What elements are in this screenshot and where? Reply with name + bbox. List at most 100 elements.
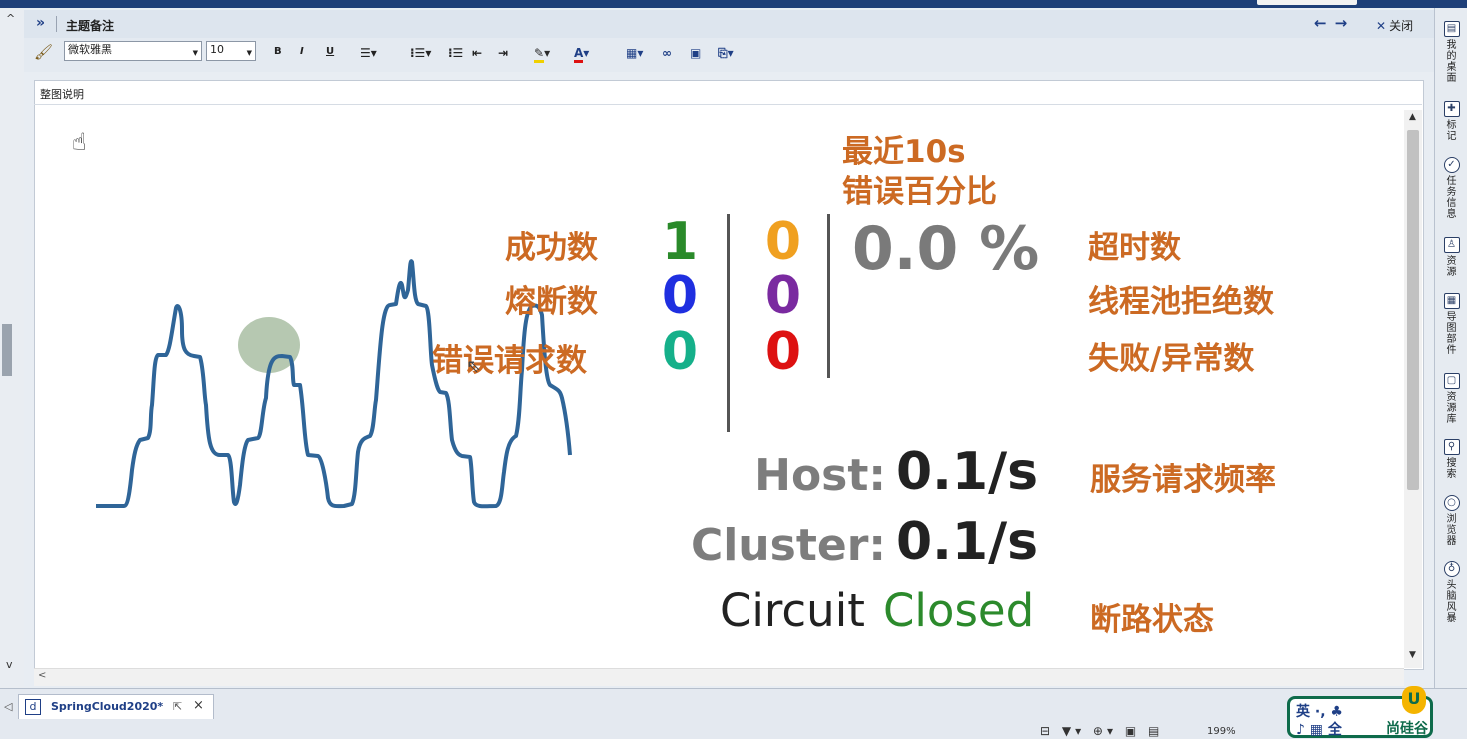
divider (827, 214, 830, 378)
sidebar-item-label: 标记 (1446, 120, 1457, 142)
document-icon: d (25, 699, 41, 715)
mouse-cursor-icon: ⇖ (466, 356, 482, 377)
parts-icon: ▦ (1443, 293, 1460, 309)
font-family-select[interactable]: 微软雅黑 ▼ (64, 41, 202, 61)
scroll-down-icon[interactable]: v (6, 658, 13, 671)
left-scrollbar[interactable]: ^ v (0, 8, 25, 688)
scroll-down-icon[interactable]: ▼ (1409, 650, 1416, 660)
top-search-box[interactable] (1257, 0, 1357, 5)
pin-icon[interactable]: ⇱ (173, 700, 182, 713)
close-button[interactable]: ✕ 关闭 (1376, 17, 1413, 34)
format-toolbar: 🖌 微软雅黑 ▼ 10 ▼ B I U ☰▾ ⁝☰▾ ⁝☰ ⇤ ⇥ ✎▾ A▾ ▦▾… (24, 38, 1434, 72)
browser-icon: ○ (1443, 495, 1460, 511)
indent-icon[interactable]: ⇥ (498, 46, 508, 60)
brand-logo: U (1402, 686, 1426, 714)
align-icon[interactable]: ☰▾ (360, 46, 377, 60)
chevron-down-icon: ▼ (246, 49, 252, 57)
close-tab-icon[interactable]: × (193, 698, 204, 713)
font-size-select[interactable]: 10 ▼ (206, 41, 256, 61)
scroll-up-icon[interactable]: ^ (6, 12, 15, 25)
rejected-value: 0 (764, 266, 802, 326)
scroll-up-icon[interactable]: ▲ (1409, 112, 1416, 122)
lightbulb-icon: ♁ (1443, 561, 1460, 577)
host-label: Host: (754, 450, 886, 501)
font-size-value: 10 (210, 43, 224, 56)
thread-pool-rejected-label: 线程池拒绝数 (1088, 284, 1274, 320)
timeout-value: 0 (764, 212, 802, 272)
status-tools[interactable]: ⊟ ▼▾ ⊕▾ ▣ ▤ (1040, 724, 1163, 738)
desktop-icon: ▤ (1443, 21, 1460, 37)
zoom-level[interactable]: 199% (1207, 726, 1236, 737)
right-sidebar: ▤ 我的桌面 ✚ 标记 ✓ 任务信息 ♙ 资源 ▦ 导图部件 ▢ 资源库 ⚲ 搜索 ○ 浏览器 … (1434, 8, 1467, 688)
sidebar-item-resources[interactable]: ♙ 资源 (1435, 232, 1467, 278)
ime-status: 英 ·, ♣ (1296, 704, 1343, 720)
divider (727, 214, 730, 432)
divider (34, 104, 1422, 105)
error-percent-label: 错误百分比 (842, 174, 997, 210)
task-icon: ✓ (1443, 157, 1460, 173)
sidebar-item-brainstorm[interactable]: ♁ 头脑风暴 (1435, 556, 1467, 624)
scroll-thumb[interactable] (1407, 130, 1419, 490)
failure-label: 失败/异常数 (1088, 341, 1255, 377)
sidebar-item-label: 任务信息 (1446, 176, 1457, 220)
divider (56, 16, 57, 32)
sidebar-item-label: 我的桌面 (1446, 40, 1457, 84)
panel-title-bar: » 主题备注 ←→ ✕ 关闭 (24, 10, 1434, 39)
short-circuited-value: 0 (661, 266, 699, 326)
panel-title: 主题备注 (66, 19, 115, 33)
search-icon: ⚲ (1443, 439, 1460, 455)
image-icon[interactable]: ▣ (690, 46, 701, 60)
scroll-thumb[interactable] (2, 324, 12, 376)
ime-options: ♪ ▦ 全 (1296, 722, 1342, 738)
sidebar-item-label: 资源库 (1446, 392, 1457, 425)
sidebar-item-parts[interactable]: ▦ 导图部件 (1435, 288, 1467, 356)
library-icon: ▢ (1443, 373, 1460, 389)
tab-scroll-left-icon[interactable]: ◁ (4, 700, 12, 713)
link-icon[interactable]: ∞ (662, 46, 672, 60)
underline-button[interactable]: U (326, 46, 334, 57)
bullet-list-icon[interactable]: ⁝☰ (448, 46, 463, 60)
success-count-value: 1 (661, 212, 699, 272)
person-icon: ♙ (1443, 237, 1460, 253)
bold-button[interactable]: B (274, 46, 282, 57)
status-bar (0, 688, 1467, 739)
numbered-list-icon[interactable]: ⁝☰▾ (410, 46, 431, 60)
top-title-bar (0, 0, 1467, 8)
cluster-rate: 0.1/s (896, 512, 1039, 572)
sidebar-item-desktop[interactable]: ▤ 我的桌面 (1435, 16, 1467, 84)
scroll-left-icon[interactable]: < (38, 670, 46, 681)
collapse-icon[interactable]: » (36, 15, 45, 31)
sidebar-item-browser[interactable]: ○ 浏览器 (1435, 490, 1467, 547)
sidebar-item-label: 浏览器 (1446, 514, 1457, 547)
font-family-value: 微软雅黑 (68, 43, 112, 56)
error-percentage: 0.0 % (852, 214, 1040, 284)
document-tab[interactable]: d SpringCloud2020* ⇱ × (18, 694, 214, 719)
close-icon: ✕ (1376, 19, 1387, 33)
highlight-icon[interactable]: ✎▾ (534, 46, 550, 63)
circuit-state-label: 断路状态 (1090, 602, 1214, 638)
cluster-label: Cluster: (690, 520, 886, 571)
nav-arrows[interactable]: ←→ (1314, 14, 1355, 32)
bad-request-value: 0 (661, 322, 699, 382)
outdent-icon[interactable]: ⇤ (472, 46, 482, 60)
sidebar-item-label: 资源 (1446, 256, 1457, 278)
document-vertical-scrollbar[interactable]: ▲ ▼ (1404, 110, 1422, 668)
document-tab-label: SpringCloud2020* (51, 700, 164, 713)
marker-icon: ✚ (1443, 101, 1460, 117)
recent-10s-label: 最近10s (842, 134, 966, 170)
document-label: 整图说明 (40, 88, 84, 101)
sidebar-item-library[interactable]: ▢ 资源库 (1435, 368, 1467, 425)
sidebar-item-label: 搜索 (1446, 458, 1457, 480)
sidebar-item-search[interactable]: ⚲ 搜索 (1435, 434, 1467, 480)
sidebar-item-label: 导图部件 (1446, 312, 1457, 356)
font-color-icon[interactable]: A▾ (574, 46, 589, 63)
insert-object-icon[interactable]: ⎘▾ (718, 46, 734, 61)
circuit-state: Closed (883, 584, 1035, 637)
format-painter-icon[interactable]: 🖌 (34, 43, 53, 61)
table-icon[interactable]: ▦▾ (626, 46, 643, 60)
sidebar-item-marker[interactable]: ✚ 标记 (1435, 96, 1467, 142)
circuit-label: Circuit (720, 584, 865, 637)
sidebar-item-task[interactable]: ✓ 任务信息 (1435, 152, 1467, 220)
document-horizontal-scrollbar[interactable]: < (34, 668, 1404, 686)
italic-button[interactable]: I (300, 46, 304, 57)
